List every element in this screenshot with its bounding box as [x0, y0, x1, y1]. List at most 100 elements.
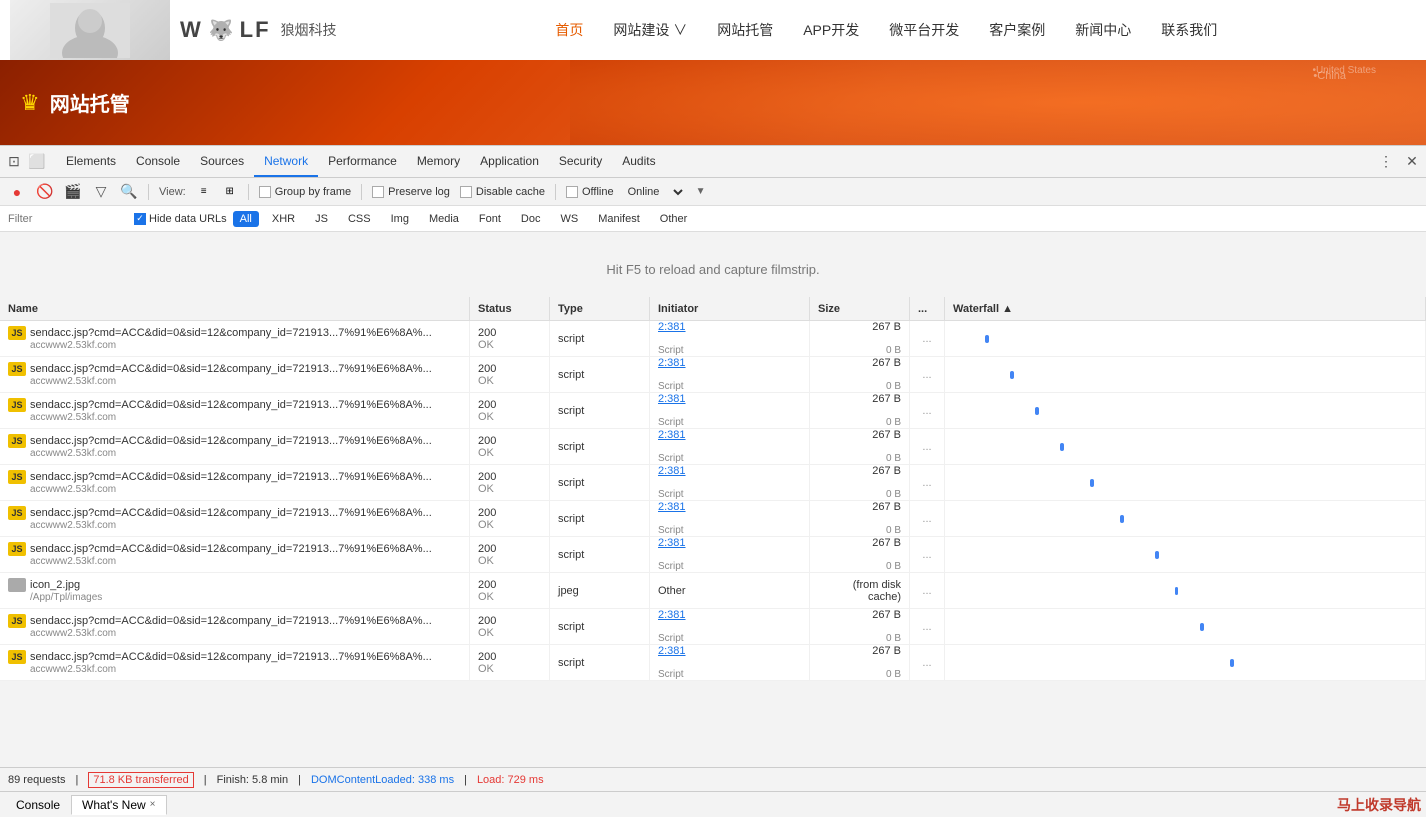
filter-ws[interactable]: WS — [553, 211, 585, 227]
type-badge: JS — [8, 650, 26, 664]
disable-cache-checkbox[interactable]: Disable cache — [460, 186, 545, 198]
initiator-link[interactable]: 2:381 — [658, 501, 801, 513]
initiator-link[interactable]: 2:381 — [658, 465, 801, 477]
td-dots[interactable]: ... — [910, 537, 945, 572]
sep1: | — [75, 774, 78, 786]
bottom-tab-console[interactable]: Console — [5, 795, 71, 815]
initiator-sub: Script — [658, 489, 801, 500]
status-code: 200 — [478, 543, 541, 555]
inspect-icon[interactable]: ⊡ — [5, 153, 23, 171]
td-dots[interactable]: ... — [910, 321, 945, 356]
tab-elements[interactable]: Elements — [56, 146, 126, 177]
filter-icon[interactable]: ▽ — [92, 183, 110, 201]
filter-img[interactable]: Img — [384, 211, 416, 227]
clear-icon[interactable]: 🚫 — [36, 183, 54, 201]
more-icon[interactable]: ⋮ — [1377, 153, 1395, 171]
filter-media[interactable]: Media — [422, 211, 466, 227]
network-toolbar: ● 🚫 🎬 ▽ 🔍 View: ≡ ⊞ Group by frame Prese… — [0, 178, 1426, 206]
filter-js[interactable]: JS — [308, 211, 335, 227]
network-table[interactable]: Name Status Type Initiator Size ... Wate… — [0, 297, 1426, 767]
th-name[interactable]: Name — [0, 297, 470, 320]
tab-console[interactable]: Console — [126, 146, 190, 177]
filter-other[interactable]: Other — [653, 211, 695, 227]
nav-micro-platform[interactable]: 微平台开发 — [889, 20, 959, 40]
nav-home[interactable]: 首页 — [555, 20, 583, 40]
td-dots[interactable]: ... — [910, 501, 945, 536]
td-dots[interactable]: ... — [910, 465, 945, 500]
th-waterfall[interactable]: Waterfall ▲ — [945, 297, 1426, 320]
group-by-frame-label: Group by frame — [275, 186, 351, 198]
initiator-link[interactable]: 2:381 — [658, 537, 801, 549]
record-icon[interactable]: ● — [8, 183, 26, 201]
nav-app-dev[interactable]: APP开发 — [803, 20, 859, 40]
table-row[interactable]: JS sendacc.jsp?cmd=ACC&did=0&sid=12&comp… — [0, 429, 1426, 465]
initiator-link[interactable]: 2:381 — [658, 321, 801, 333]
nav-news[interactable]: 新闻中心 — [1075, 20, 1131, 40]
filter-all[interactable]: All — [233, 211, 259, 227]
td-dots[interactable]: ... — [910, 393, 945, 428]
table-row[interactable]: JS sendacc.jsp?cmd=ACC&did=0&sid=12&comp… — [0, 321, 1426, 357]
th-initiator[interactable]: Initiator — [650, 297, 810, 320]
tab-sources[interactable]: Sources — [190, 146, 254, 177]
nav-contact[interactable]: 联系我们 — [1161, 20, 1217, 40]
list-view-icon[interactable]: ≡ — [196, 186, 212, 198]
th-status[interactable]: Status — [470, 297, 550, 320]
filter-input[interactable] — [8, 213, 128, 225]
td-size: 267 B0 B — [810, 645, 910, 680]
nav-website-build[interactable]: 网站建设 ∨ — [613, 20, 687, 40]
size-bytes: 267 B — [872, 321, 901, 333]
initiator-link[interactable]: 2:381 — [658, 429, 801, 441]
td-initiator: Other — [650, 573, 810, 608]
td-dots[interactable]: ... — [910, 609, 945, 644]
search-icon[interactable]: 🔍 — [120, 183, 138, 201]
td-dots[interactable]: ... — [910, 645, 945, 680]
size-sub: 0 B — [886, 453, 901, 464]
filter-doc[interactable]: Doc — [514, 211, 548, 227]
table-row[interactable]: JS sendacc.jsp?cmd=ACC&did=0&sid=12&comp… — [0, 393, 1426, 429]
hide-data-urls-checkbox[interactable]: Hide data URLs — [134, 213, 227, 225]
tab-security[interactable]: Security — [549, 146, 612, 177]
initiator-link[interactable]: 2:381 — [658, 357, 801, 369]
table-row[interactable]: icon_2.jpg /App/Tpl/images 200 OK jpeg O… — [0, 573, 1426, 609]
status-code: 200 — [478, 363, 541, 375]
table-row[interactable]: JS sendacc.jsp?cmd=ACC&did=0&sid=12&comp… — [0, 465, 1426, 501]
th-type[interactable]: Type — [550, 297, 650, 320]
close-devtools-icon[interactable]: ✕ — [1403, 153, 1421, 171]
nav-website-host[interactable]: 网站托管 — [717, 20, 773, 40]
filter-manifest[interactable]: Manifest — [591, 211, 647, 227]
td-dots[interactable]: ... — [910, 357, 945, 392]
initiator-link[interactable]: 2:381 — [658, 645, 801, 657]
initiator-link[interactable]: 2:381 — [658, 609, 801, 621]
tab-network[interactable]: Network — [254, 146, 318, 177]
table-row[interactable]: JS sendacc.jsp?cmd=ACC&did=0&sid=12&comp… — [0, 501, 1426, 537]
table-row[interactable]: JS sendacc.jsp?cmd=ACC&did=0&sid=12&comp… — [0, 645, 1426, 681]
throttle-select[interactable]: Online Fast 3G Slow 3G Offline — [624, 185, 686, 199]
td-name: icon_2.jpg /App/Tpl/images — [0, 573, 470, 608]
bottom-tab-whats-new[interactable]: What's New × — [71, 795, 166, 815]
nav-customer-cases[interactable]: 客户案例 — [989, 20, 1045, 40]
table-row[interactable]: JS sendacc.jsp?cmd=ACC&did=0&sid=12&comp… — [0, 357, 1426, 393]
tab-performance[interactable]: Performance — [318, 146, 407, 177]
offline-checkbox[interactable]: Offline — [566, 186, 614, 198]
initiator-link[interactable]: 2:381 — [658, 393, 801, 405]
bottom-tab-close-icon[interactable]: × — [150, 799, 156, 810]
preserve-log-checkbox[interactable]: Preserve log — [372, 186, 450, 198]
td-dots[interactable]: ... — [910, 573, 945, 608]
filter-css[interactable]: CSS — [341, 211, 378, 227]
device-icon[interactable]: ⬜ — [28, 153, 46, 171]
filter-font[interactable]: Font — [472, 211, 508, 227]
td-dots[interactable]: ... — [910, 429, 945, 464]
filmstrip-icon[interactable]: 🎬 — [64, 183, 82, 201]
table-row[interactable]: JS sendacc.jsp?cmd=ACC&did=0&sid=12&comp… — [0, 609, 1426, 645]
filter-xhr[interactable]: XHR — [265, 211, 302, 227]
group-by-frame-checkbox[interactable]: Group by frame — [259, 186, 351, 198]
status-finish: Finish: 5.8 min — [217, 774, 289, 786]
tab-memory[interactable]: Memory — [407, 146, 470, 177]
th-size[interactable]: Size — [810, 297, 910, 320]
table-row[interactable]: JS sendacc.jsp?cmd=ACC&did=0&sid=12&comp… — [0, 537, 1426, 573]
tab-application[interactable]: Application — [470, 146, 549, 177]
grid-view-icon[interactable]: ⊞ — [222, 186, 238, 198]
tab-audits[interactable]: Audits — [612, 146, 665, 177]
status-code: 200 — [478, 471, 541, 483]
td-type: script — [550, 429, 650, 464]
